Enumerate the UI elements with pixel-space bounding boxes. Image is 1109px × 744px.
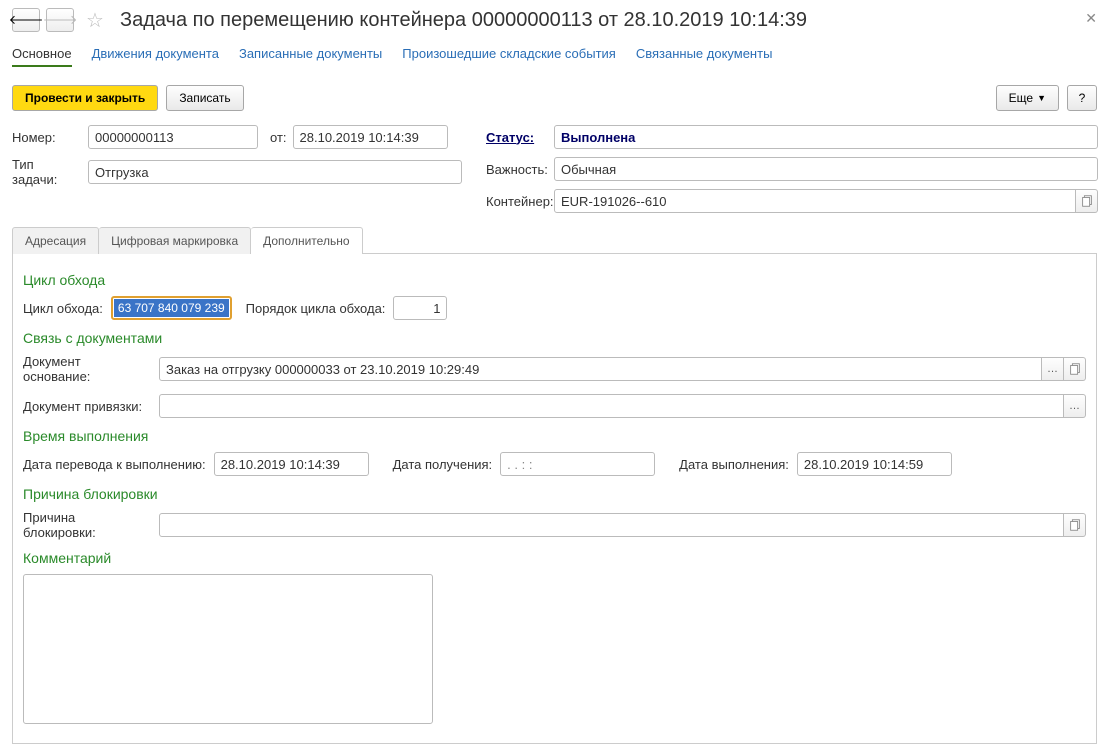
base-doc-label: Документ основание: xyxy=(23,354,151,384)
window: 🡐 🡒 ☆ Задача по перемещению контейнера 0… xyxy=(0,0,1109,740)
cycle-label: Цикл обхода: xyxy=(23,301,103,316)
task-type-label: Тип задачи: xyxy=(12,157,82,187)
to-exec-field[interactable]: 28.10.2019 10:14:39 xyxy=(214,452,369,476)
cycle-section-title: Цикл обхода xyxy=(23,272,1086,288)
more-button[interactable]: Еще ▼ xyxy=(996,85,1059,111)
header-form: Номер: 00000000113 от: 28.10.2019 10:14:… xyxy=(12,125,1097,213)
forward-button[interactable]: 🡒 xyxy=(46,8,74,32)
priority-label: Важность: xyxy=(486,162,548,177)
help-button[interactable]: ? xyxy=(1067,85,1097,111)
chevron-down-icon: ▼ xyxy=(1037,93,1046,103)
status-label: Статус: xyxy=(486,130,548,145)
favorite-star-icon[interactable]: ☆ xyxy=(84,9,106,31)
links-section-title: Связь с документами xyxy=(23,330,1086,346)
priority-field[interactable]: Обычная xyxy=(554,157,1098,181)
time-section-title: Время выполнения xyxy=(23,428,1086,444)
block-reason-field[interactable] xyxy=(159,513,1064,537)
tab-movements[interactable]: Движения документа xyxy=(92,46,219,67)
attach-doc-label: Документ привязки: xyxy=(23,399,151,414)
block-reason-open-icon[interactable] xyxy=(1064,513,1086,537)
back-button[interactable]: 🡐 xyxy=(12,8,40,32)
base-doc-lookup-icon[interactable]: … xyxy=(1042,357,1064,381)
base-doc-open-icon[interactable] xyxy=(1064,357,1086,381)
header-col-left: Номер: 00000000113 от: 28.10.2019 10:14:… xyxy=(12,125,462,213)
inner-tabs: Адресация Цифровая маркировка Дополнител… xyxy=(12,227,1097,254)
toolbar: Провести и закрыть Записать Еще ▼ ? xyxy=(12,85,1097,111)
tab-main[interactable]: Основное xyxy=(12,46,72,67)
tab-marking[interactable]: Цифровая маркировка xyxy=(99,227,251,254)
done-label: Дата выполнения: xyxy=(679,457,789,472)
block-section-title: Причина блокировки xyxy=(23,486,1086,502)
tab-additional[interactable]: Дополнительно xyxy=(251,227,362,254)
from-field[interactable]: 28.10.2019 10:14:39 xyxy=(293,125,448,149)
tab-events[interactable]: Произошедшие складские события xyxy=(402,46,616,67)
container-group: EUR-191026--610 xyxy=(554,189,1098,213)
more-button-label: Еще xyxy=(1009,91,1033,105)
comment-textarea[interactable] xyxy=(23,574,433,724)
number-field[interactable]: 00000000113 xyxy=(88,125,258,149)
number-label: Номер: xyxy=(12,130,82,145)
to-exec-label: Дата перевода к выполнению: xyxy=(23,457,206,472)
post-and-close-button[interactable]: Провести и закрыть xyxy=(12,85,158,111)
save-button[interactable]: Записать xyxy=(166,85,243,111)
header-col-mid: Статус: Выполнена Важность: Обычная Конт… xyxy=(486,125,1098,213)
close-icon[interactable]: ✕ xyxy=(1085,10,1097,27)
nav-links: Основное Движения документа Записанные д… xyxy=(12,42,1097,85)
container-open-icon[interactable] xyxy=(1076,189,1098,213)
cycle-order-field[interactable]: 1 xyxy=(393,296,447,320)
cycle-order-label: Порядок цикла обхода: xyxy=(246,301,386,316)
base-doc-field[interactable]: Заказ на отгрузку 000000033 от 23.10.201… xyxy=(159,357,1042,381)
cycle-value: 63 707 840 079 239 xyxy=(114,299,229,317)
block-reason-label: Причина блокировки: xyxy=(23,510,151,540)
received-field[interactable]: . . : : xyxy=(500,452,655,476)
from-label: от: xyxy=(270,130,287,145)
task-type-field[interactable]: Отгрузка xyxy=(88,160,462,184)
status-field[interactable]: Выполнена xyxy=(554,125,1098,149)
attach-doc-field[interactable] xyxy=(159,394,1064,418)
container-label: Контейнер: xyxy=(486,194,548,209)
received-label: Дата получения: xyxy=(393,457,493,472)
tab-recorded[interactable]: Записанные документы xyxy=(239,46,382,67)
tab-related[interactable]: Связанные документы xyxy=(636,46,773,67)
comment-section-title: Комментарий xyxy=(23,550,1086,566)
cycle-field[interactable]: 63 707 840 079 239 xyxy=(111,296,232,320)
top-bar: 🡐 🡒 ☆ Задача по перемещению контейнера 0… xyxy=(12,8,1097,32)
tab-addressing[interactable]: Адресация xyxy=(12,227,99,254)
done-field[interactable]: 28.10.2019 10:14:59 xyxy=(797,452,952,476)
attach-doc-lookup-icon[interactable]: … xyxy=(1064,394,1086,418)
container-field[interactable]: EUR-191026--610 xyxy=(554,189,1076,213)
tab-additional-content: Цикл обхода Цикл обхода: 63 707 840 079 … xyxy=(12,254,1097,744)
page-title: Задача по перемещению контейнера 0000000… xyxy=(120,9,807,32)
